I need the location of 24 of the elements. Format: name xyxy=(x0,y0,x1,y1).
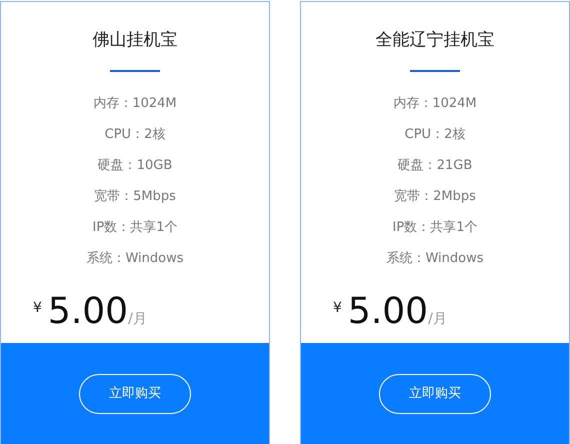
spec-text: 硬盘：21GB xyxy=(396,157,474,175)
spec-text: 内存：1024M xyxy=(392,95,478,113)
price-unit: /月 xyxy=(128,310,147,329)
price-amount: 5.00 xyxy=(348,292,428,332)
spec-text: 宽带：2Mbps xyxy=(393,188,477,206)
spec-text: IP数：共享1个 xyxy=(392,219,478,237)
currency-symbol: ¥ xyxy=(333,299,342,318)
price-amount: 5.00 xyxy=(48,292,128,332)
plan-title: 全能辽宁挂机宝 xyxy=(374,29,496,52)
plan-title: 佛山挂机宝 xyxy=(92,29,178,52)
spec-text: IP数：共享1个 xyxy=(92,219,178,237)
buy-button[interactable]: 立即购买 xyxy=(379,374,491,414)
title-underline xyxy=(110,70,160,72)
currency-symbol: ¥ xyxy=(33,299,42,318)
spec-text: CPU：2核 xyxy=(104,126,166,144)
spec-text: 系统：Windows xyxy=(385,250,485,268)
price-unit: /月 xyxy=(428,310,447,329)
spec-text: 硬盘：10GB xyxy=(96,157,174,175)
spec-text: 宽带：5Mbps xyxy=(93,188,177,206)
buy-button[interactable]: 立即购买 xyxy=(79,374,191,414)
spec-text: CPU：2核 xyxy=(404,126,466,144)
spec-text: 系统：Windows xyxy=(85,250,185,268)
title-underline xyxy=(410,70,460,72)
spec-text: 内存：1024M xyxy=(92,95,178,113)
